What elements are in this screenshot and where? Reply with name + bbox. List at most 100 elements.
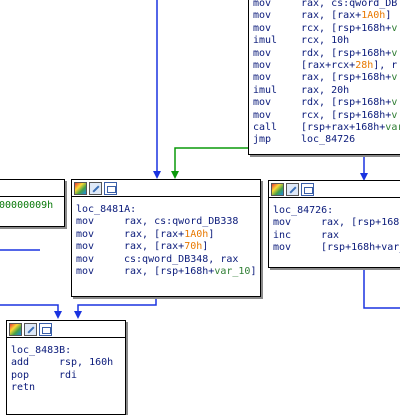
mnemonic: call xyxy=(253,121,278,133)
instruction-line[interactable]: imul rax, 20h xyxy=(253,85,400,97)
edge-green-into-8481a xyxy=(174,147,248,172)
instruction-list: loc_8483B: add rsp, 160h pop rdi retn xyxy=(7,338,125,395)
instruction-line[interactable]: pop rdi xyxy=(11,370,121,382)
variable-operand: v xyxy=(391,47,398,59)
instruction-line[interactable]: mov rax, [rsp+168h xyxy=(273,217,400,229)
location-label[interactable]: loc_8483B: xyxy=(11,345,121,357)
node-titlebar xyxy=(0,180,64,197)
edge-arrow-blue-top-left xyxy=(153,171,161,179)
numeric-operand: 28h xyxy=(355,59,374,71)
operand: rax xyxy=(321,229,340,241)
instruction-line[interactable]: mov rax, [rax+70h] xyxy=(76,241,256,253)
mnemonic: mov xyxy=(76,216,95,228)
instruction-list: mov rax, cs:qword_DB mov rax, [rax+1A0h] mov… xyxy=(249,0,400,147)
mnemonic: mov xyxy=(253,22,272,34)
instruction-line[interactable]: jmp loc_84726 xyxy=(253,134,400,146)
instruction-line[interactable]: mov [rax+rcx+28h], r xyxy=(253,60,400,72)
edit-node-icon[interactable] xyxy=(286,182,299,196)
instruction-list: loc_84726: mov rax, [rsp+168h inc rax mov [rsp… xyxy=(269,198,400,255)
variable-operand: v xyxy=(391,72,398,84)
instruction-line[interactable]: retn xyxy=(11,382,121,394)
edit-node-icon[interactable] xyxy=(89,181,102,195)
graph-overview-icon[interactable] xyxy=(301,182,314,196)
numeric-operand: 70h xyxy=(184,241,203,253)
operand: rax, [rax+ xyxy=(124,241,185,253)
color-palette-icon[interactable] xyxy=(74,181,87,195)
instruction-line[interactable]: mov rax, [rsp+168h+v xyxy=(253,72,400,84)
instruction-line[interactable]: mov [rsp+168h+var_ xyxy=(273,242,400,254)
operand: ] xyxy=(202,241,209,253)
operand: rdi xyxy=(59,369,78,381)
location-label[interactable]: loc_84726: xyxy=(273,205,400,217)
mnemonic: jmp xyxy=(253,134,272,146)
variable-operand: var_10 xyxy=(214,265,251,277)
code-block-loc-8481a[interactable]: loc_8481A: mov rax, cs:qword_DB338 mov rax, … xyxy=(71,179,261,297)
edge-blue-8481a-to-8483b xyxy=(77,297,157,312)
mnemonic: mov xyxy=(253,97,272,109)
mnemonic: mov xyxy=(76,265,95,277)
mnemonic: mov xyxy=(273,217,292,229)
operand: 000000009h xyxy=(0,200,54,211)
color-palette-icon[interactable] xyxy=(271,182,284,196)
operand: ] xyxy=(250,265,257,277)
operand: rax, [rsp+168h+ xyxy=(301,72,392,84)
variable-operand: v xyxy=(391,97,398,109)
operand: rax, [rsp+168h+ xyxy=(124,265,215,277)
operand: rax, [rsp+168h xyxy=(321,217,400,229)
operand: ], r xyxy=(373,59,398,71)
operand: rdx, [rsp+168h+ xyxy=(301,47,392,59)
code-block-left-partial[interactable]: 000000009h xyxy=(0,179,65,227)
variable-operand: var xyxy=(385,121,400,133)
mnemonic: mov xyxy=(253,10,272,22)
color-palette-icon[interactable] xyxy=(9,322,22,336)
mnemonic: mov xyxy=(76,241,95,253)
location-label[interactable]: loc_8481A: xyxy=(76,204,256,216)
instruction-line[interactable]: mov rax, cs:qword_DB338 xyxy=(76,216,256,228)
operand: rsp, 160h xyxy=(59,357,114,369)
operand: rcx, [rsp+168h+ xyxy=(301,109,392,121)
edge-arrow-blue-8483b-right xyxy=(74,311,82,319)
operand: rcx, 10h xyxy=(301,35,350,47)
operand: [rsp+rax+168h+ xyxy=(301,121,386,133)
instruction-line[interactable]: mov rax, [rax+1A0h] xyxy=(76,229,256,241)
node-titlebar xyxy=(72,180,260,197)
operand: rcx, [rsp+168h+ xyxy=(301,22,392,34)
mnemonic: mov xyxy=(253,47,272,59)
instruction-line[interactable]: mov rax, cs:qword_DB xyxy=(253,0,400,10)
edit-node-icon[interactable] xyxy=(24,322,37,336)
edge-blue-84726-out xyxy=(363,268,400,309)
mnemonic: retn xyxy=(11,382,36,394)
instruction-line[interactable]: mov cs:qword_DB348, rax xyxy=(76,254,256,266)
numeric-operand: 1A0h xyxy=(184,228,209,240)
variable-operand: v xyxy=(391,109,398,121)
instruction-line[interactable]: mov rax, [rsp+168h+var_10] xyxy=(76,266,256,278)
operand: rax, 20h xyxy=(301,84,350,96)
code-block-top-right[interactable]: mov rax, cs:qword_DB mov rax, [rax+1A0h] mov… xyxy=(248,0,400,155)
mnemonic: mov xyxy=(253,72,272,84)
code-block-loc-84726[interactable]: loc_84726: mov rax, [rsp+168h inc rax mov [rsp… xyxy=(268,180,400,268)
operand: rax, cs:qword_DB338 xyxy=(124,216,239,228)
instruction-line[interactable]: call [rsp+rax+168h+var xyxy=(253,122,400,134)
code-block-loc-8483b[interactable]: loc_8483B: add rsp, 160h pop rdi retn xyxy=(6,320,126,415)
instruction-line[interactable]: mov rax, [rax+1A0h] xyxy=(253,10,400,22)
mnemonic: mov xyxy=(253,59,272,71)
graph-overview-icon[interactable] xyxy=(104,181,117,195)
instruction-line[interactable]: mov rcx, [rsp+168h+v xyxy=(253,23,400,35)
edge-arrow-green-8481a xyxy=(171,171,179,179)
mnemonic: imul xyxy=(253,84,278,96)
operand: cs:qword_DB348, rax xyxy=(124,253,239,265)
instruction-line[interactable]: inc rax xyxy=(273,230,400,242)
instruction-line[interactable]: imul rcx, 10h xyxy=(253,35,400,47)
instruction-line[interactable]: 000000009h xyxy=(0,200,60,212)
graph-overview-icon[interactable] xyxy=(39,322,52,336)
instruction-line[interactable]: mov rdx, [rsp+168h+v xyxy=(253,97,400,109)
instruction-line[interactable]: add rsp, 160h xyxy=(11,357,121,369)
instruction-line[interactable]: mov rdx, [rsp+168h+v xyxy=(253,48,400,60)
variable-operand: v xyxy=(391,22,398,34)
edge-arrow-blue-8483b-left xyxy=(54,311,62,319)
mnemonic: mov xyxy=(253,109,272,121)
instruction-line[interactable]: mov rcx, [rsp+168h+v xyxy=(253,110,400,122)
operand: ] xyxy=(208,228,215,240)
mnemonic: pop xyxy=(11,369,30,381)
operand: [rax+rcx+ xyxy=(301,59,356,71)
